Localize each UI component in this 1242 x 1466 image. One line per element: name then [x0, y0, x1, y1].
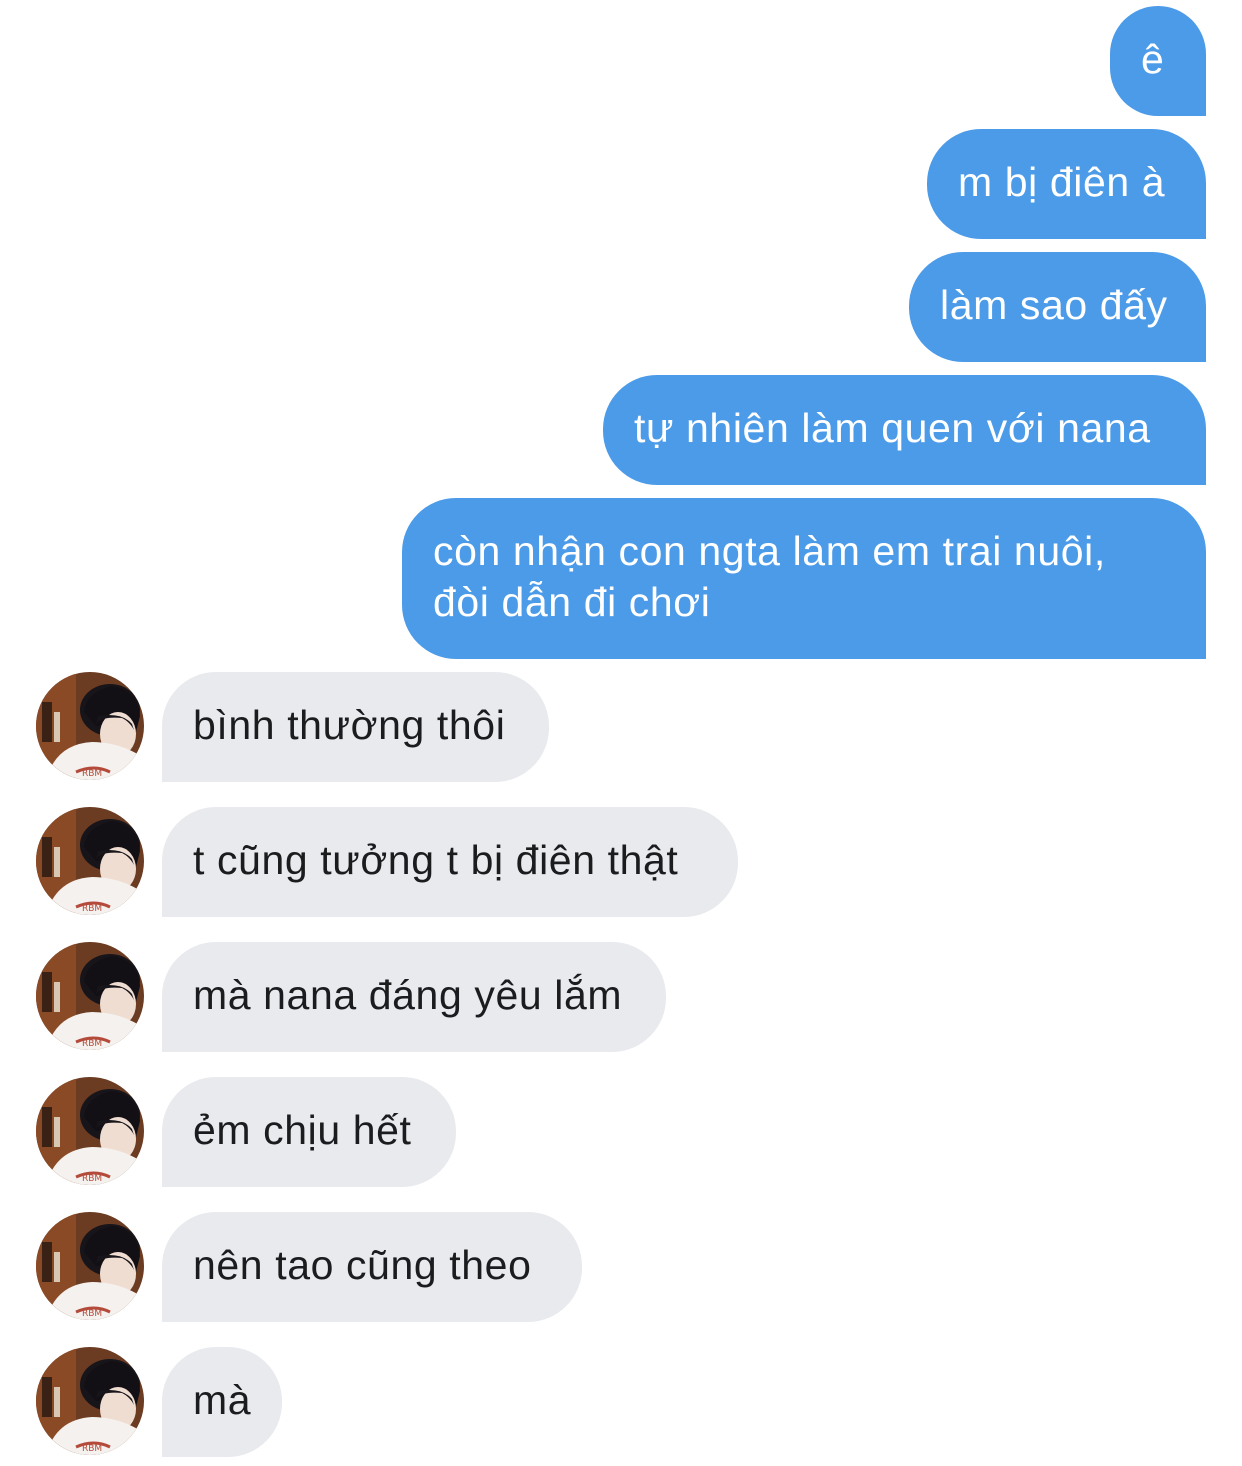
outgoing-message[interactable]: ê [1110, 6, 1206, 116]
avatar-photo-icon [36, 807, 144, 915]
incoming-message[interactable]: mà [162, 1347, 282, 1457]
outgoing-message[interactable]: làm sao đấy [909, 252, 1206, 362]
avatar-photo-icon [36, 1077, 144, 1185]
contact-avatar[interactable] [36, 1077, 144, 1185]
outgoing-message[interactable]: tự nhiên làm quen với nana [603, 375, 1206, 485]
avatar-photo-icon [36, 672, 144, 780]
incoming-message[interactable]: ẻm chịu hết [162, 1077, 456, 1187]
contact-avatar[interactable] [36, 672, 144, 780]
outgoing-message[interactable]: còn nhận con ngta làm em trai nuôi, đòi … [402, 498, 1206, 659]
incoming-message[interactable]: t cũng tưởng t bị điên thật [162, 807, 738, 917]
message-thread: ê m bị điên à làm sao đấy tự nhiên làm q… [0, 0, 1242, 1466]
contact-avatar[interactable] [36, 1347, 144, 1455]
incoming-message[interactable]: bình thường thôi [162, 672, 549, 782]
avatar-photo-icon [36, 1212, 144, 1320]
avatar-photo-icon [36, 1347, 144, 1455]
contact-avatar[interactable] [36, 1212, 144, 1320]
outgoing-message[interactable]: m bị điên à [927, 129, 1206, 239]
incoming-message[interactable]: mà nana đáng yêu lắm [162, 942, 666, 1052]
contact-avatar[interactable] [36, 807, 144, 915]
contact-avatar[interactable] [36, 942, 144, 1050]
avatar-photo-icon [36, 942, 144, 1050]
incoming-message[interactable]: nên tao cũng theo [162, 1212, 582, 1322]
